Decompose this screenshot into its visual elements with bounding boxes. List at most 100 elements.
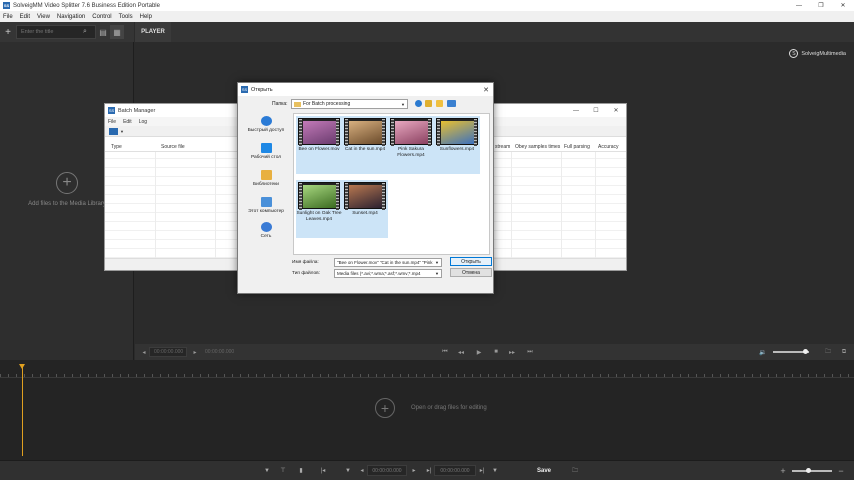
chevron-down-icon[interactable]: ▼ xyxy=(401,102,405,107)
film-strip xyxy=(391,119,394,146)
play-icon[interactable]: ▶ xyxy=(474,347,484,357)
timeline-drop-zone[interactable]: + Open or drag files for editing xyxy=(375,398,487,418)
maximize-button[interactable]: ❐ xyxy=(810,0,832,11)
menu-tools[interactable]: Tools xyxy=(119,14,133,20)
place-label: Этот компьютер xyxy=(248,209,284,214)
prev-frame-icon[interactable]: ◂ xyxy=(358,465,366,476)
volume-slider[interactable] xyxy=(773,349,809,354)
file-item[interactable]: Sunflowers.mp4 xyxy=(434,116,480,174)
batch-maximize-button[interactable]: ☐ xyxy=(586,107,606,114)
folder-select[interactable]: For Batch processing ▼ xyxy=(291,99,408,109)
go-start-icon[interactable]: ⏮ xyxy=(440,347,450,357)
next-marker-icon[interactable]: ▸ xyxy=(190,347,200,357)
place-label: Рабочий стол xyxy=(250,155,282,160)
file-name: Bee on Flower.mov xyxy=(298,147,340,152)
menu-navigation[interactable]: Navigation xyxy=(57,14,85,20)
menu-view[interactable]: View xyxy=(37,14,50,20)
next-frame-icon[interactable]: ▸ xyxy=(410,465,418,476)
chevron-down-icon[interactable]: ▼ xyxy=(435,260,439,265)
file-item[interactable]: Cat in the sun.mp4 xyxy=(342,116,388,174)
folder-icon[interactable]: 🗀 xyxy=(823,347,833,357)
bottom-time-2[interactable]: 00:00:00.000 xyxy=(434,465,476,476)
batch-add-icon[interactable] xyxy=(109,127,118,135)
dropdown-icon[interactable]: ▼ xyxy=(343,465,353,476)
filetype-select[interactable]: Media files (*.avi;*.wma;*.asf;*.wmv;*.m… xyxy=(334,269,442,278)
cut-marker-icon[interactable]: ⊤ xyxy=(278,465,288,476)
place-quick-access[interactable]: Быстрый доступ xyxy=(241,116,291,133)
minimize-button[interactable]: — xyxy=(788,0,810,11)
playhead[interactable] xyxy=(19,364,25,456)
search-icon[interactable]: ⌕ xyxy=(83,28,87,36)
playhead-handle-icon[interactable] xyxy=(19,364,25,369)
zoom-in-icon[interactable]: + xyxy=(778,465,788,476)
up-folder-icon[interactable] xyxy=(425,100,432,107)
col-obey-samples[interactable]: Obey samples times xyxy=(515,144,560,150)
timeline-ruler[interactable] xyxy=(0,364,854,378)
save-button[interactable]: Save xyxy=(532,465,556,476)
zoom-out-icon[interactable]: − xyxy=(836,465,846,476)
file-item[interactable]: Bee on Flower.mov xyxy=(296,116,342,174)
segment-icon[interactable]: ▮ xyxy=(296,465,306,476)
file-item[interactable]: Sunlight on Oak Tree Leaves.mp4 xyxy=(296,180,342,238)
step-forward-icon[interactable]: ▸▸ xyxy=(507,347,517,357)
place-this-pc[interactable]: Этот компьютер xyxy=(241,197,291,214)
save-folder-icon[interactable]: 🗀 xyxy=(569,465,581,476)
batch-menu-log[interactable]: Log xyxy=(139,119,147,125)
batch-menu-edit[interactable]: Edit xyxy=(123,119,132,125)
go-segment-start-icon[interactable]: |◂ xyxy=(318,465,328,476)
go-end-icon[interactable]: ⏭ xyxy=(525,347,535,357)
prev-marker-icon[interactable]: ◂ xyxy=(139,347,149,357)
stop-icon[interactable]: ■ xyxy=(491,347,501,357)
tab-player[interactable]: PLAYER xyxy=(135,22,171,42)
search-input[interactable] xyxy=(21,29,81,35)
place-network[interactable]: Сеть xyxy=(241,222,291,239)
time-end: 00:00:00.000 xyxy=(205,349,235,355)
chevron-down-icon[interactable]: ▼ xyxy=(435,271,439,276)
file-name: Cat in the sun.mp4 xyxy=(344,147,386,152)
list-view-icon[interactable]: ▤ xyxy=(96,25,110,39)
place-desktop[interactable]: Рабочий стол xyxy=(241,143,291,160)
close-button[interactable]: ✕ xyxy=(832,0,854,11)
cancel-button[interactable]: Отмена xyxy=(450,268,492,277)
libraries-icon xyxy=(260,170,272,180)
volume-knob[interactable] xyxy=(803,349,809,354)
batch-add-dropdown-icon[interactable]: ▼ xyxy=(120,129,124,134)
col-type[interactable]: Type xyxy=(111,144,122,150)
folder-label: Папка: xyxy=(272,101,288,107)
time-start[interactable]: 00:00:00.000 xyxy=(149,347,187,357)
new-folder-icon[interactable] xyxy=(436,100,443,107)
col-full-parsing[interactable]: Full parsing xyxy=(564,144,590,150)
volume-icon[interactable]: 🔉 xyxy=(758,347,768,357)
add-media-icon[interactable]: + xyxy=(0,27,16,38)
batch-minimize-button[interactable]: — xyxy=(566,108,586,114)
place-libraries[interactable]: Библиотеки xyxy=(241,170,291,187)
menu-help[interactable]: Help xyxy=(140,14,152,20)
zoom-knob[interactable] xyxy=(806,468,811,473)
bottom-time-1[interactable]: 00:00:00.000 xyxy=(367,465,407,476)
end-icon[interactable]: ▸| xyxy=(478,465,486,476)
menu-edit[interactable]: Edit xyxy=(20,14,30,20)
grid-view-icon[interactable]: ▦ xyxy=(110,25,124,39)
open-file-icon[interactable]: + xyxy=(375,398,395,418)
fullscreen-icon[interactable]: ⧉ xyxy=(839,347,849,357)
step-back-icon[interactable]: ◂◂ xyxy=(456,347,466,357)
col-accuracy[interactable]: Accuracy xyxy=(598,144,619,150)
filename-input[interactable]: "Bee on Flower.mov" "Cat in the sun.mp4"… xyxy=(334,258,442,267)
zoom-slider[interactable] xyxy=(792,468,832,473)
view-menu-icon[interactable] xyxy=(447,100,456,107)
open-button[interactable]: Открыть xyxy=(450,257,492,266)
marker-icon[interactable]: ▼ xyxy=(262,465,272,476)
col-stream[interactable]: stream xyxy=(495,144,510,150)
menu-control[interactable]: Control xyxy=(92,14,111,20)
col-source-file[interactable]: Source file xyxy=(161,144,185,150)
menu-file[interactable]: File xyxy=(3,14,13,20)
add-files-icon[interactable]: + xyxy=(56,172,78,194)
dialog-close-button[interactable]: ✕ xyxy=(479,86,493,94)
batch-close-button[interactable]: ✕ xyxy=(606,107,626,114)
file-item[interactable]: Sunset.mp4 xyxy=(342,180,388,238)
batch-menu-file[interactable]: File xyxy=(108,119,116,125)
file-item[interactable]: Pink Sakura Flowers.mp4 xyxy=(388,116,434,174)
back-icon[interactable] xyxy=(415,100,422,107)
dropdown-2-icon[interactable]: ▼ xyxy=(490,465,500,476)
go-segment-end-icon[interactable]: ▸| xyxy=(425,465,433,476)
